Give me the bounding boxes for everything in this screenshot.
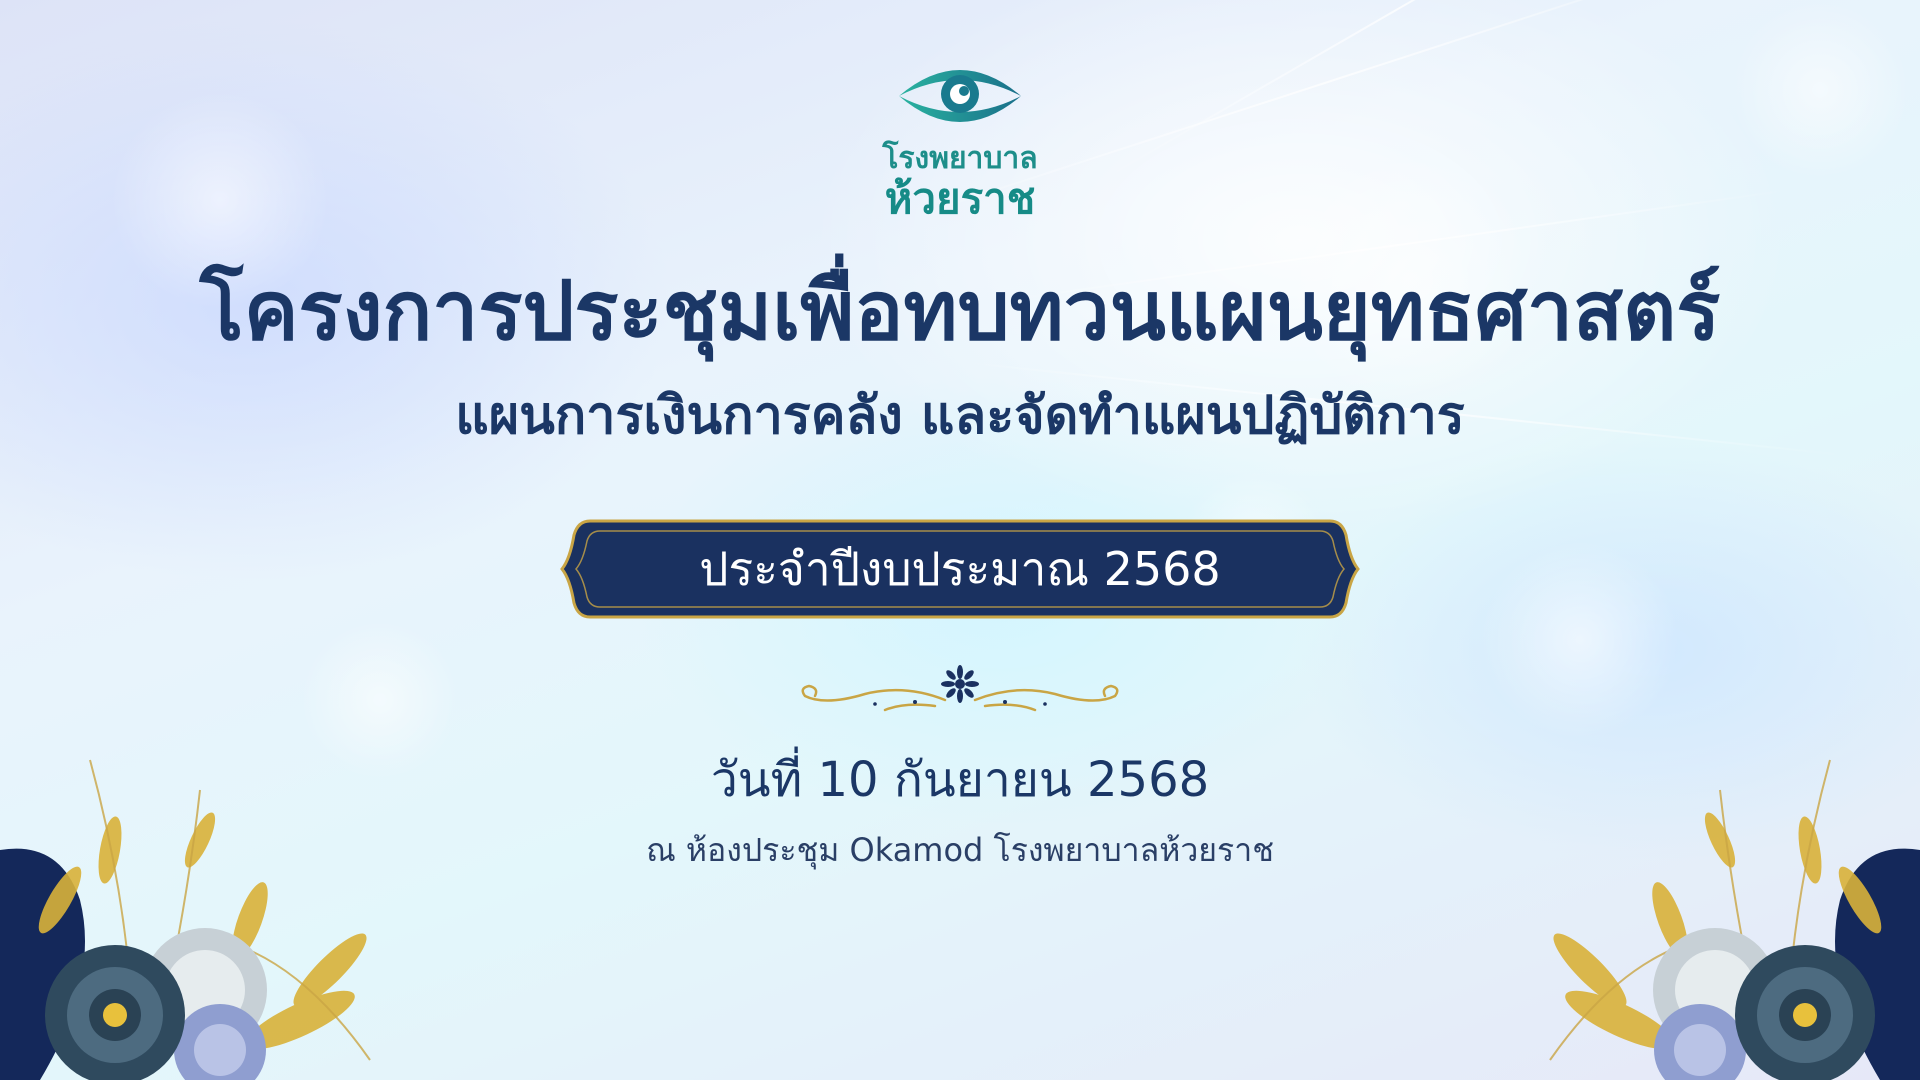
- logo-text-line1: โรงพยาบาล: [882, 141, 1038, 176]
- floral-corner-left: [0, 759, 371, 1080]
- event-date: วันที่ 10 กันยายน 2568: [710, 752, 1210, 808]
- sub-title: แผนการเงินการคลัง และจัดทำแผนปฏิบัติการ: [455, 386, 1465, 446]
- fiscal-year-banner: ประจำปีงบประมาณ 2568: [560, 515, 1360, 623]
- logo-text-line2: ห้วยราช: [884, 174, 1036, 223]
- eye-icon: [899, 70, 1021, 122]
- main-title: โครงการประชุมเพื่อทบทวนแผนยุทธศาสตร์: [199, 264, 1721, 359]
- hospital-logo: โรงพยาบาล ห้วยราช: [875, 58, 1045, 233]
- banner-text: ประจำปีงบประมาณ 2568: [699, 542, 1221, 596]
- floral-corner-right: [1549, 759, 1920, 1080]
- gold-divider-ornament: [801, 665, 1119, 712]
- event-venue: ณ ห้องประชุม Okamod โรงพยาบาลห้วยราช: [646, 831, 1274, 869]
